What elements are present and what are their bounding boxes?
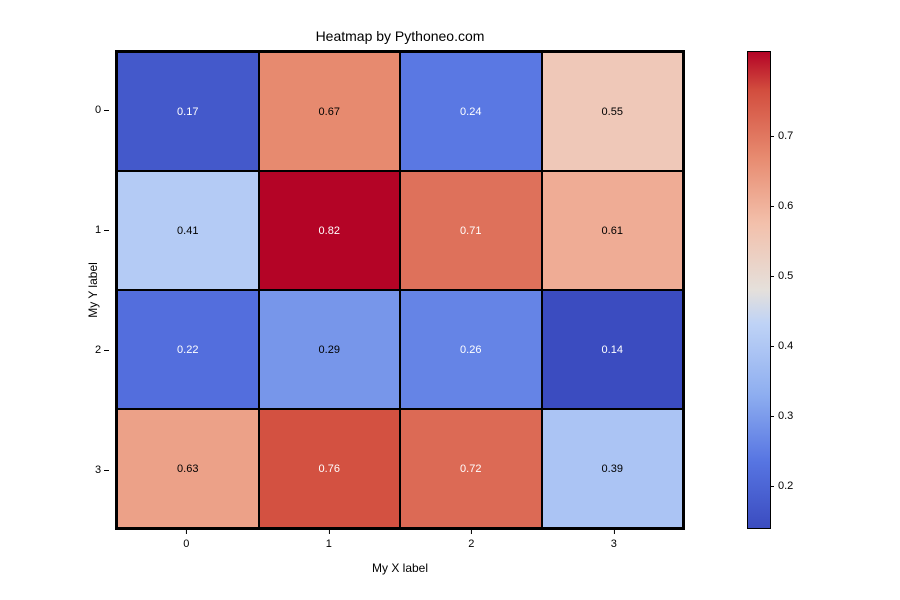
heatmap-cell: 0.39: [542, 409, 684, 528]
heatmap-cell: 0.22: [117, 290, 259, 409]
colorbar-tick: 0.2: [778, 480, 793, 492]
heatmap-cell: 0.71: [400, 171, 542, 290]
heatmap-cell: 0.61: [542, 171, 684, 290]
heatmap-cell: 0.82: [259, 171, 401, 290]
y-tick: 3: [95, 464, 101, 476]
heatmap-grid: 0.170.670.240.55 0.410.820.710.61 0.220.29…: [115, 50, 685, 530]
colorbar-tick: 0.6: [778, 200, 793, 212]
y-axis-label: My Y label: [86, 262, 100, 318]
heatmap-cell: 0.24: [400, 52, 542, 171]
x-tick: 2: [468, 538, 474, 550]
x-tick: 0: [183, 538, 189, 550]
heatmap-container: My Y label My X label 0 1 2 3 0 1 2 3 0.…: [115, 50, 685, 530]
x-axis-label: My X label: [372, 561, 428, 575]
heatmap-cell: 0.76: [259, 409, 401, 528]
colorbar-tick: 0.3: [778, 410, 793, 422]
colorbar-tick: 0.7: [778, 130, 793, 142]
heatmap-cell: 0.26: [400, 290, 542, 409]
heatmap-cell: 0.14: [542, 290, 684, 409]
heatmap-cell: 0.41: [117, 171, 259, 290]
heatmap-cell: 0.17: [117, 52, 259, 171]
colorbar-tick: 0.5: [778, 270, 793, 282]
x-tick: 1: [326, 538, 332, 550]
y-tick: 0: [95, 104, 101, 116]
x-tick: 3: [611, 538, 617, 550]
heatmap-cell: 0.63: [117, 409, 259, 528]
y-tick: 2: [95, 344, 101, 356]
chart-title: Heatmap by Pythoneo.com: [316, 28, 485, 44]
colorbar-tick: 0.4: [778, 340, 793, 352]
heatmap-cell: 0.55: [542, 52, 684, 171]
heatmap-cell: 0.72: [400, 409, 542, 528]
colorbar: 0.20.30.40.50.60.7: [748, 52, 770, 528]
heatmap-cell: 0.29: [259, 290, 401, 409]
heatmap-cell: 0.67: [259, 52, 401, 171]
y-tick: 1: [95, 224, 101, 236]
